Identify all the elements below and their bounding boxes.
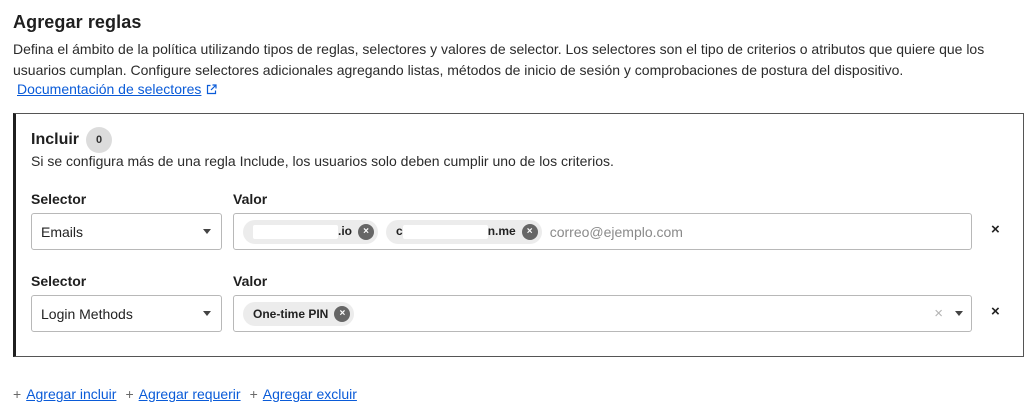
add-include-button[interactable]: + Agregar incluir — [13, 386, 116, 402]
value-chip: .io × — [243, 219, 378, 244]
email-input[interactable] — [549, 223, 750, 240]
selector-dropdown[interactable]: Emails — [31, 213, 222, 250]
remove-rule-icon[interactable]: × — [991, 221, 1000, 238]
value-chip: c n.me × — [386, 219, 542, 244]
plus-icon: + — [13, 386, 22, 402]
include-title: Incluir — [31, 131, 80, 148]
page-title: Agregar reglas — [13, 12, 142, 32]
include-count-badge: 0 — [86, 127, 112, 153]
redacted-mask — [402, 224, 488, 239]
page-description: Defina el ámbito de la política utilizan… — [13, 41, 985, 78]
value-multiselect[interactable]: .io × c n.me × — [233, 213, 972, 250]
chip-label: .io — [253, 224, 352, 239]
include-panel: Incluir 0 Si se configura más de una reg… — [13, 113, 1024, 357]
chip-label: One-time PIN — [253, 306, 329, 321]
clear-icon[interactable]: × — [934, 305, 943, 322]
selector-label: Selector — [31, 191, 87, 207]
selector-label: Selector — [31, 273, 87, 289]
chip-remove-icon[interactable]: × — [334, 305, 351, 322]
chevron-down-icon — [203, 311, 211, 316]
doc-link-label[interactable]: Documentación de selectores — [17, 81, 201, 97]
include-subtitle: Si se configura más de una regla Include… — [31, 153, 614, 169]
selector-value: Login Methods — [41, 305, 133, 322]
rule-actions: + Agregar incluir + Agregar requerir + A… — [13, 386, 366, 402]
value-label: Valor — [233, 273, 268, 289]
plus-icon: + — [125, 386, 134, 402]
chip-label: c n.me — [396, 224, 516, 239]
chevron-down-icon[interactable] — [955, 311, 963, 316]
chip-remove-icon[interactable]: × — [358, 223, 374, 240]
add-exclude-button[interactable]: + Agregar excluir — [250, 386, 357, 402]
external-link-icon — [206, 83, 218, 95]
selector-value: Emails — [41, 223, 84, 240]
value-chip: One-time PIN × — [243, 301, 355, 326]
selector-dropdown[interactable]: Login Methods — [31, 295, 222, 332]
chip-remove-icon[interactable]: × — [521, 223, 538, 240]
redacted-mask — [253, 224, 338, 239]
selectors-doc-link[interactable]: Documentación de selectores — [17, 81, 218, 97]
chevron-down-icon — [203, 229, 211, 234]
plus-icon: + — [249, 386, 258, 402]
value-multiselect[interactable]: One-time PIN × × — [233, 295, 972, 332]
remove-rule-icon[interactable]: × — [991, 303, 1000, 320]
value-label: Valor — [233, 191, 268, 207]
add-require-button[interactable]: + Agregar requerir — [125, 386, 240, 402]
